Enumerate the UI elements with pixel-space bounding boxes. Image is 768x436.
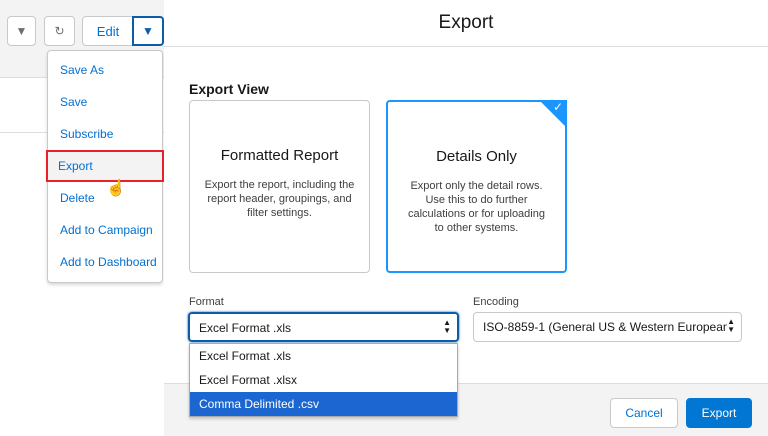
card-title: Formatted Report [220, 147, 339, 164]
more-actions-dropdown[interactable]: ▼ [132, 16, 164, 46]
encoding-value: ISO-8859-1 (General US & Western Europea… [483, 320, 734, 334]
format-select[interactable]: Excel Format .xls ▲ ▼ [188, 312, 459, 342]
cancel-button[interactable]: Cancel [610, 398, 678, 428]
card-description: Export the report, including the report … [204, 179, 355, 219]
filter-icon: ▼ [15, 24, 28, 38]
format-option-csv[interactable]: Comma Delimited .csv [190, 392, 457, 416]
filter-button[interactable]: ▼ [7, 16, 36, 46]
encoding-label: Encoding [473, 296, 519, 308]
details-only-card[interactable]: ✓ Details Only Export only the detail ro… [386, 100, 567, 273]
actions-menu: Save As Save Subscribe Export Delete Add… [46, 50, 164, 283]
format-option-xls[interactable]: Excel Format .xls [190, 344, 457, 368]
menu-item-save[interactable]: Save [48, 86, 162, 118]
menu-item-add-to-campaign[interactable]: Add to Campaign [48, 214, 162, 246]
select-arrows-icon: ▲ ▼ [727, 317, 735, 334]
menu-item-export[interactable]: Export [46, 150, 164, 182]
format-options-list: Excel Format .xls Excel Format .xlsx Com… [189, 343, 458, 417]
refresh-button[interactable]: ↻ [44, 16, 75, 46]
card-title: Details Only [436, 148, 517, 165]
select-arrows-icon: ▲ ▼ [443, 318, 451, 335]
menu-item-add-to-dashboard[interactable]: Add to Dashboard [48, 246, 162, 278]
export-button[interactable]: Export [686, 398, 752, 428]
modal-title: Export [164, 0, 768, 47]
format-option-xlsx[interactable]: Excel Format .xlsx [190, 368, 457, 392]
export-modal: Export Export View Formatted Report Expo… [164, 0, 768, 436]
check-icon: ✓ [552, 100, 563, 114]
refresh-icon: ↻ [54, 24, 65, 38]
card-description: Export only the detail rows. Use this to… [408, 180, 545, 234]
edit-button[interactable]: Edit [82, 16, 134, 46]
format-value: Excel Format .xls [199, 321, 292, 335]
encoding-select[interactable]: ISO-8859-1 (General US & Western Europea… [473, 312, 742, 342]
section-title: Export View [189, 81, 269, 97]
hand-cursor-icon: ☝ [106, 180, 126, 197]
format-label: Format [189, 296, 224, 308]
menu-item-save-as[interactable]: Save As [48, 54, 162, 86]
report-panel: ▼ ↻ Edit ▼ Save As Save Subscribe Export… [0, 0, 164, 436]
menu-item-subscribe[interactable]: Subscribe [48, 118, 162, 150]
formatted-report-card[interactable]: Formatted Report Export the report, incl… [189, 100, 370, 273]
chevron-down-icon: ▼ [142, 24, 154, 38]
menu-item-delete[interactable]: Delete [48, 182, 162, 214]
